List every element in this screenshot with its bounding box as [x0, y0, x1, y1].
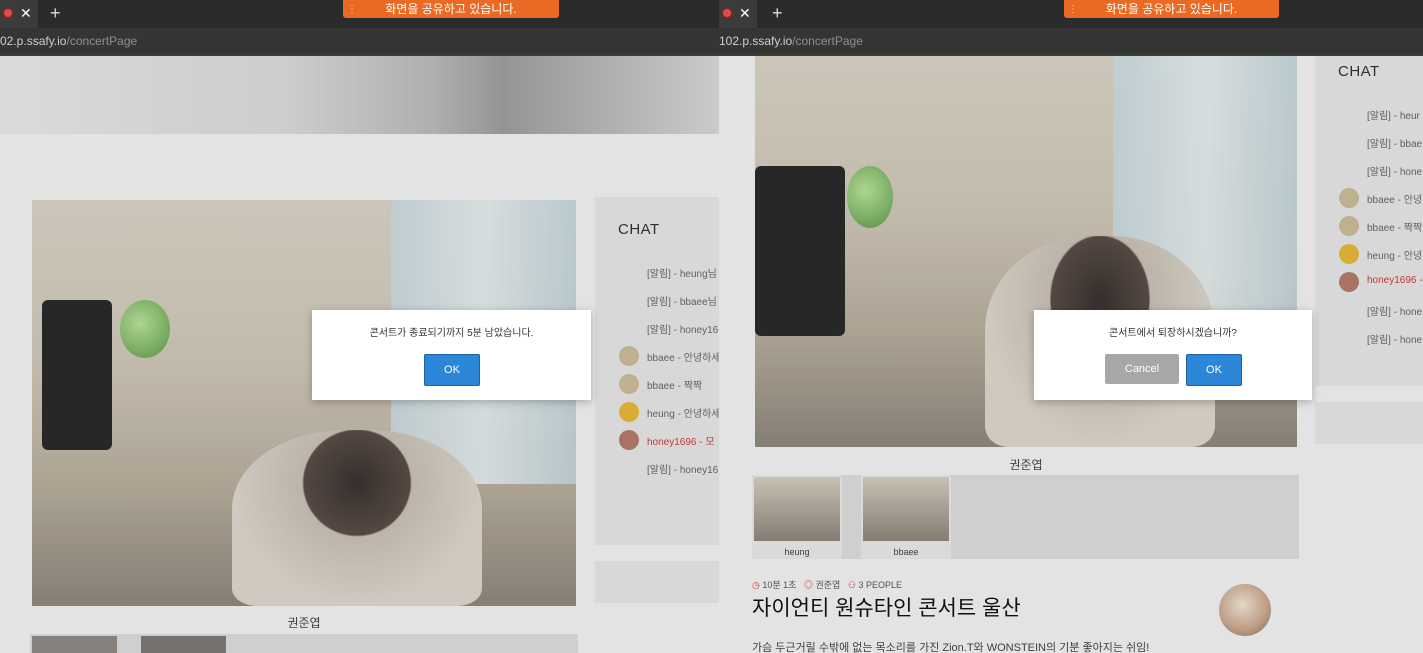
url-host: 02.p.ssafy.io — [0, 34, 67, 48]
screen-share-text: 화면을 공유하고 있습니다. — [1105, 2, 1238, 16]
confirm-dialog: 콘서트에서 퇴장하시겠습니까? Cancel OK — [1034, 310, 1312, 400]
ok-button[interactable]: OK — [1186, 354, 1242, 386]
recording-icon — [4, 9, 12, 17]
tab-bar: ✕ + ⋮ 화면을 공유하고 있습니다. — [0, 0, 719, 28]
recording-icon — [723, 9, 731, 17]
close-icon[interactable]: ✕ — [739, 5, 751, 22]
drag-handle-icon[interactable]: ⋮ — [347, 1, 357, 19]
tab-bar: ✕ + ⋮ 화면을 공유하고 있습니다. — [719, 0, 1423, 28]
left-browser-window: ✕ + ⋮ 화면을 공유하고 있습니다. 02.p.ssafy.io/conce… — [0, 0, 719, 653]
url-path: /concertPage — [792, 34, 863, 48]
browser-tab[interactable]: ✕ — [719, 0, 757, 28]
right-browser-window: ✕ + ⋮ 화면을 공유하고 있습니다. 102.p.ssafy.io/conc… — [719, 0, 1423, 653]
url-path: /concertPage — [66, 34, 138, 48]
browser-tab[interactable]: ✕ — [0, 0, 38, 28]
new-tab-icon[interactable]: + — [772, 3, 783, 24]
address-bar[interactable]: 02.p.ssafy.io/concertPage — [0, 28, 719, 56]
new-tab-icon[interactable]: + — [50, 3, 61, 24]
url-host: 102.p.ssafy.io — [719, 34, 793, 48]
screen-share-banner[interactable]: ⋮ 화면을 공유하고 있습니다. — [343, 0, 559, 18]
dialog-message: 콘서트가 종료되기까지 5분 남았습니다. — [369, 328, 534, 339]
address-bar[interactable]: 102.p.ssafy.io/concertPage — [719, 28, 1423, 56]
screen-share-text: 화면을 공유하고 있습니다. — [385, 2, 517, 16]
cancel-button[interactable]: Cancel — [1105, 354, 1179, 384]
close-icon[interactable]: ✕ — [20, 5, 32, 22]
screen-share-banner[interactable]: ⋮ 화면을 공유하고 있습니다. — [1064, 0, 1279, 18]
dialog-message: 콘서트에서 퇴장하시겠습니까? — [1109, 328, 1237, 339]
alert-dialog: 콘서트가 종료되기까지 5분 남았습니다. OK — [312, 310, 591, 400]
ok-button[interactable]: OK — [424, 354, 480, 386]
drag-handle-icon[interactable]: ⋮ — [1068, 1, 1078, 19]
